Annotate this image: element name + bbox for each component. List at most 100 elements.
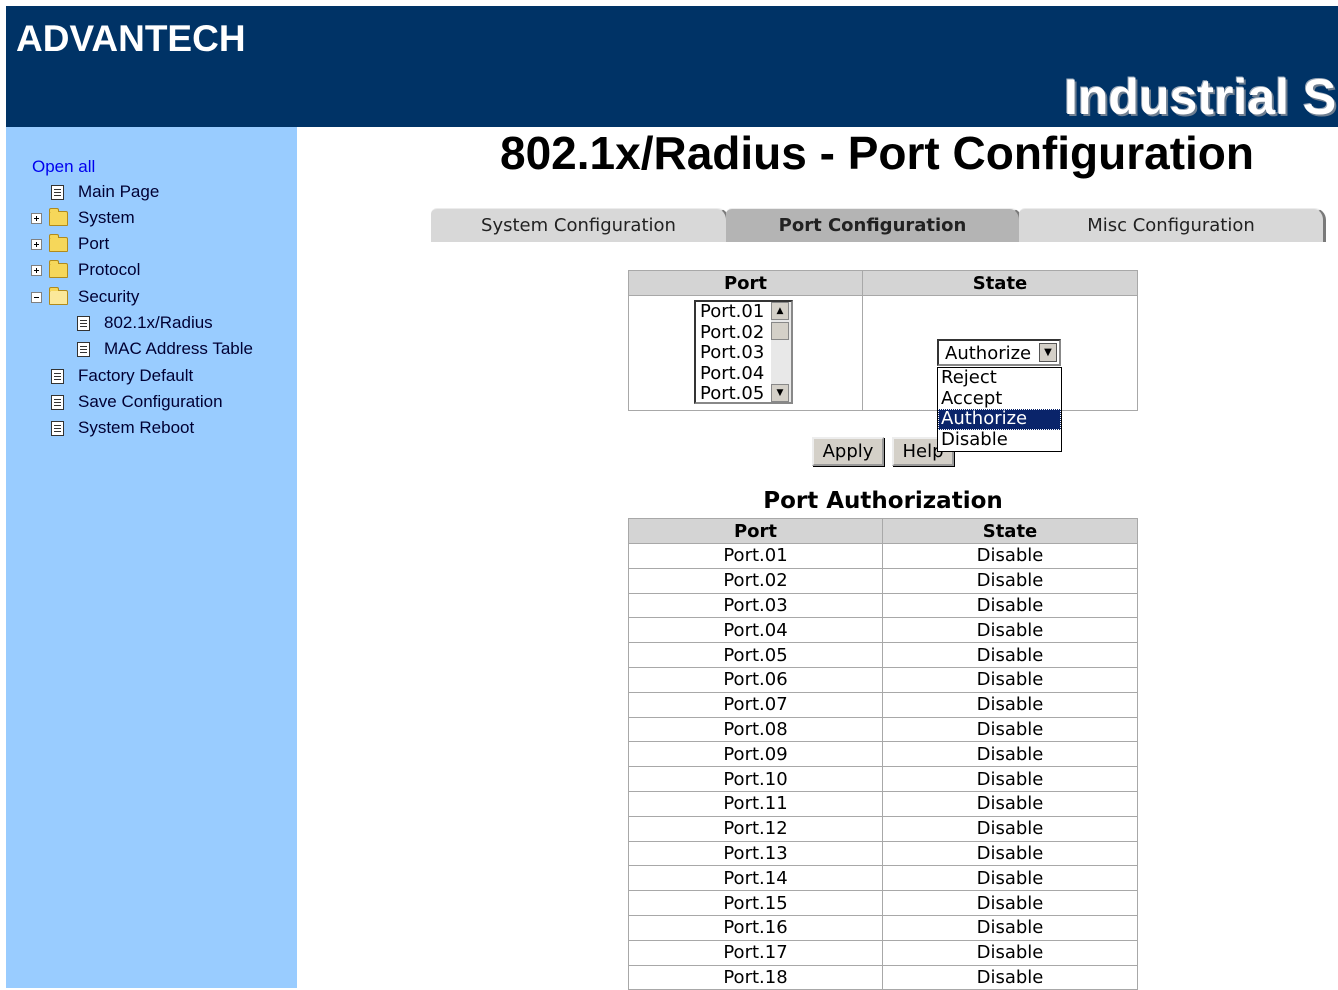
sidebar-item-security[interactable]: Security xyxy=(31,286,139,308)
chevron-down-icon[interactable]: ▼ xyxy=(1039,343,1057,362)
state-cell: Disable xyxy=(882,914,1138,941)
folder-icon xyxy=(49,207,68,226)
page-icon xyxy=(51,184,64,200)
state-cell: Disable xyxy=(882,741,1138,768)
auth-state-header: State xyxy=(882,518,1138,544)
state-cell: Disable xyxy=(882,543,1138,569)
header-banner: ADVANTECH Industrial S xyxy=(6,6,1338,127)
sidebar-item-label: 802.1x/Radius xyxy=(104,313,213,332)
sidebar-item-label: Factory Default xyxy=(78,366,194,385)
port-cell: Port.18 xyxy=(628,964,883,990)
collapse-icon[interactable] xyxy=(31,291,42,303)
state-option-authorize[interactable]: Authorize xyxy=(938,409,1061,430)
tab-port-configuration[interactable]: Port Configuration xyxy=(726,208,1022,242)
sidebar-item-label: MAC Address Table xyxy=(104,339,253,358)
table-row: Port.05 Disable xyxy=(628,642,1138,668)
open-all-link[interactable]: Open all xyxy=(32,157,95,177)
state-cell: Disable xyxy=(882,964,1138,990)
port-cell: Port.10 xyxy=(628,766,883,792)
sidebar-item-save-configuration[interactable]: Save Configuration xyxy=(51,391,223,413)
state-cell: Disable xyxy=(882,666,1138,693)
port-cell: Port.09 xyxy=(628,741,883,768)
state-cell: Disable xyxy=(882,592,1138,619)
tab-misc-configuration[interactable]: Misc Configuration xyxy=(1019,208,1326,242)
page-icon xyxy=(51,394,64,410)
port-authorization-title: Port Authorization xyxy=(763,488,1003,514)
port-cell: Port.11 xyxy=(628,790,883,817)
table-row: Port.04 Disable xyxy=(628,617,1138,644)
port-cell: Port.13 xyxy=(628,840,883,867)
port-cell: Port.15 xyxy=(628,890,883,916)
table-row: Port.07 Disable xyxy=(628,691,1138,718)
port-cell: Port.17 xyxy=(628,939,883,966)
state-option-reject[interactable]: Reject xyxy=(938,368,1061,389)
scroll-up-icon[interactable]: ▲ xyxy=(771,302,789,320)
table-row: Port.02 Disable xyxy=(628,567,1138,594)
port-cell: Port.02 xyxy=(628,567,883,594)
sidebar-item-factory-default[interactable]: Factory Default xyxy=(51,365,193,387)
sidebar-item-main-page[interactable]: Main Page xyxy=(51,181,159,203)
state-option-disable[interactable]: Disable xyxy=(938,429,1061,451)
table-row: Port.06 Disable xyxy=(628,666,1138,693)
table-row: Port.09 Disable xyxy=(628,741,1138,768)
state-cell: Disable xyxy=(882,815,1138,842)
folder-icon xyxy=(49,233,68,252)
state-dropdown-list[interactable]: Reject Accept Authorize Disable xyxy=(937,367,1062,452)
sidebar-nav: Open all Main Page System Port Protocol … xyxy=(6,127,297,988)
sidebar-item-label: Protocol xyxy=(78,260,141,279)
page-icon xyxy=(77,315,90,331)
table-row: Port.13 Disable xyxy=(628,840,1138,867)
port-authorization-table: Port State Port.01 Disable Port.02 Disable P… xyxy=(628,518,1138,990)
expand-icon[interactable] xyxy=(31,238,42,250)
banner-text: Industrial S xyxy=(1064,69,1337,125)
state-selected-value: Authorize xyxy=(945,343,1032,364)
port-multiselect[interactable]: Port.01 Port.02 Port.03 Port.04 Port.05 … xyxy=(694,300,793,404)
port-cell: Port.12 xyxy=(628,815,883,842)
port-cell: Port.05 xyxy=(628,642,883,668)
apply-button[interactable]: Apply xyxy=(812,437,884,466)
state-cell: Disable xyxy=(882,939,1138,966)
sidebar-item-system-reboot[interactable]: System Reboot xyxy=(51,417,194,439)
table-row: Port.17 Disable xyxy=(628,939,1138,966)
state-cell: Disable xyxy=(882,567,1138,594)
page-title: 802.1x/Radius - Port Configuration xyxy=(500,127,1254,179)
state-dropdown[interactable]: Authorize ▼ xyxy=(937,339,1061,366)
table-row: Port.03 Disable xyxy=(628,592,1138,619)
sidebar-item-protocol[interactable]: Protocol xyxy=(31,259,140,281)
expand-icon[interactable] xyxy=(31,264,42,276)
port-cell: Port.08 xyxy=(628,716,883,743)
port-list-scrollbar[interactable]: ▲ ▼ xyxy=(771,302,791,402)
state-cell: Disable xyxy=(882,766,1138,792)
port-column-header: Port xyxy=(628,270,863,296)
open-folder-icon xyxy=(49,286,68,305)
state-cell: Disable xyxy=(882,840,1138,867)
table-row: Port.14 Disable xyxy=(628,865,1138,892)
tab-system-configuration[interactable]: System Configuration xyxy=(431,208,729,242)
state-cell: Disable xyxy=(882,865,1138,892)
table-row: Port.01 Disable xyxy=(628,543,1138,569)
scroll-down-icon[interactable]: ▼ xyxy=(771,384,789,402)
scroll-thumb[interactable] xyxy=(771,322,789,340)
table-row: Port.10 Disable xyxy=(628,766,1138,792)
sidebar-item-8021x-radius[interactable]: 802.1x/Radius xyxy=(77,312,213,334)
state-cell: Disable xyxy=(882,790,1138,817)
sidebar-item-mac-address-table[interactable]: MAC Address Table xyxy=(77,338,253,360)
state-cell: Disable xyxy=(882,716,1138,743)
advantech-logo: ADVANTECH xyxy=(16,18,246,59)
state-cell: Disable xyxy=(882,617,1138,644)
table-row: Port.11 Disable xyxy=(628,790,1138,817)
sidebar-item-label: Security xyxy=(78,287,140,306)
table-row: Port.16 Disable xyxy=(628,914,1138,941)
state-cell: Disable xyxy=(882,691,1138,718)
auth-port-header: Port xyxy=(628,518,883,544)
sidebar-item-port[interactable]: Port xyxy=(31,233,109,255)
port-cell: Port.07 xyxy=(628,691,883,718)
sidebar-item-label: Port xyxy=(78,234,110,253)
sidebar-item-label: Save Configuration xyxy=(78,392,223,411)
port-cell: Port.16 xyxy=(628,914,883,941)
folder-icon xyxy=(49,259,68,278)
state-option-accept[interactable]: Accept xyxy=(938,388,1061,410)
expand-icon[interactable] xyxy=(31,212,42,224)
sidebar-item-system[interactable]: System xyxy=(31,207,135,229)
sidebar-item-label: System xyxy=(78,208,135,227)
